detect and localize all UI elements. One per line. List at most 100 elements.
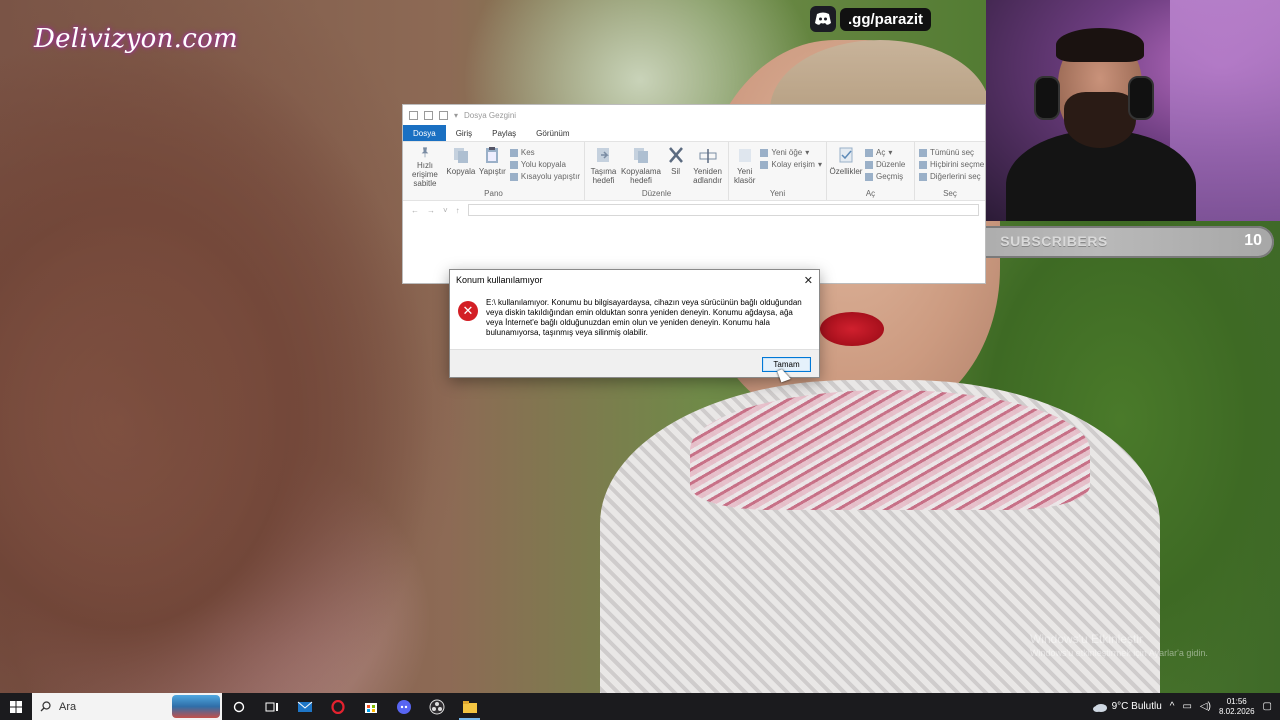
search-icon bbox=[40, 701, 51, 712]
edit-button[interactable]: Düzenle bbox=[865, 160, 905, 169]
search-highlight-image bbox=[172, 695, 220, 718]
paste-button[interactable]: Yapıştır bbox=[479, 146, 506, 188]
notification-icon[interactable]: ▢ bbox=[1263, 701, 1272, 712]
group-clipboard-name: Pano bbox=[484, 189, 503, 198]
explorer-titlebar: ▾ Dosya Gezgini bbox=[403, 105, 985, 125]
close-icon[interactable]: ✕ bbox=[804, 274, 813, 287]
tab-view[interactable]: Görünüm bbox=[526, 125, 579, 141]
copy-path-button[interactable]: Yolu kopyala bbox=[509, 160, 580, 169]
copy-to-label: Kopyalama hedefi bbox=[620, 167, 661, 185]
store-icon bbox=[364, 702, 377, 713]
volume-icon[interactable]: ◁) bbox=[1200, 701, 1211, 712]
move-icon bbox=[597, 148, 610, 162]
chevron-down-icon[interactable]: ▾ bbox=[454, 111, 458, 120]
new-item-button[interactable]: Yeni öğe ▾ bbox=[760, 148, 822, 157]
edit-label: Düzenle bbox=[876, 160, 906, 169]
new-small-actions: Yeni öğe ▾ Kolay erişim ▾ bbox=[760, 146, 822, 188]
windows-icon bbox=[10, 700, 22, 713]
ribbon-tabs: Dosya Giriş Paylaş Görünüm bbox=[403, 125, 985, 141]
taskbar: Ara 9°C Bulutlu ^ ▭ ◁) 01:56 8.02.2026 ▢ bbox=[0, 693, 1280, 720]
taskbar-app-obs[interactable] bbox=[420, 693, 453, 720]
streamer-hair bbox=[1056, 28, 1144, 62]
headset-left bbox=[1034, 76, 1060, 120]
task-view-icon bbox=[265, 702, 278, 711]
tray-chevron-up-icon[interactable]: ^ bbox=[1170, 701, 1175, 712]
select-small-actions: Tümünü seç Hiçbirini seçme Diğerlerini s… bbox=[919, 146, 984, 188]
rename-button[interactable]: Yeniden adlandır bbox=[691, 146, 724, 188]
history-button[interactable]: Geçmiş bbox=[865, 172, 905, 181]
error-dialog: Konum kullanılamıyor ✕ ✕ E:\ kullanılamı… bbox=[449, 269, 820, 378]
select-all-button[interactable]: Tümünü seç bbox=[919, 148, 984, 157]
obs-icon bbox=[429, 699, 444, 714]
select-none-button[interactable]: Hiçbirini seçme bbox=[919, 160, 984, 169]
open-button[interactable]: Aç ▾ bbox=[865, 148, 905, 157]
invert-selection-label: Diğerlerini seç bbox=[930, 172, 981, 181]
easy-access-button[interactable]: Kolay erişim ▾ bbox=[760, 160, 822, 169]
scissors-icon bbox=[509, 148, 518, 157]
taskbar-app-opera[interactable] bbox=[321, 693, 354, 720]
task-view-button[interactable] bbox=[255, 693, 288, 720]
taskbar-search[interactable]: Ara bbox=[32, 693, 222, 720]
taskbar-app-store[interactable] bbox=[354, 693, 387, 720]
paste-shortcut-label: Kısayolu yapıştır bbox=[520, 172, 580, 181]
network-icon[interactable]: ▭ bbox=[1182, 701, 1191, 712]
tab-share[interactable]: Paylaş bbox=[482, 125, 526, 141]
tab-file[interactable]: Dosya bbox=[403, 125, 446, 141]
edit-icon bbox=[865, 160, 873, 169]
opera-icon bbox=[330, 699, 345, 714]
group-new-name: Yeni bbox=[769, 189, 786, 198]
weather-widget[interactable]: 9°C Bulutlu bbox=[1092, 701, 1162, 713]
pin-quick-access-button[interactable]: Hızlı erişime sabitle bbox=[407, 146, 443, 188]
new-folder-button[interactable]: Yeni klasör bbox=[733, 146, 756, 188]
select-none-label: Hiçbirini seçme bbox=[930, 160, 985, 169]
dialog-message: E:\ kullanılamıyor. Konumu bu bilgisayar… bbox=[486, 298, 802, 337]
shortcut-icon bbox=[509, 172, 518, 181]
paste-shortcut-button[interactable]: Kısayolu yapıştır bbox=[509, 172, 580, 181]
clock[interactable]: 01:56 8.02.2026 bbox=[1219, 697, 1255, 717]
activation-watermark: Windows'u Etkinleştir Windows'u etkinleş… bbox=[1030, 632, 1208, 658]
cortana-icon bbox=[233, 701, 244, 712]
taskbar-app-mail[interactable] bbox=[288, 693, 321, 720]
dialog-title: Konum kullanılamıyor bbox=[456, 275, 543, 285]
invert-selection-button[interactable]: Diğerlerini seç bbox=[919, 172, 984, 181]
ribbon: Hızlı erişime sabitle Kopyala Yapıştır K… bbox=[403, 141, 985, 201]
file-explorer-window: ▾ Dosya Gezgini Dosya Giriş Paylaş Görün… bbox=[402, 104, 986, 284]
error-icon: ✕ bbox=[458, 301, 478, 321]
group-new: Yeni klasör Yeni öğe ▾ Kolay erişim ▾ Ye… bbox=[729, 142, 827, 200]
new-folder-quick-icon[interactable] bbox=[439, 110, 448, 120]
up-arrow-icon[interactable]: ↑ bbox=[456, 206, 460, 215]
copy-to-button[interactable]: Kopyalama hedefi bbox=[620, 146, 661, 188]
streamer-beard bbox=[1064, 92, 1136, 148]
cortana-button[interactable] bbox=[222, 693, 255, 720]
file-explorer-icon bbox=[462, 700, 477, 713]
cut-button[interactable]: Kes bbox=[509, 148, 580, 157]
dialog-footer: Tamam bbox=[450, 349, 819, 377]
subscriber-goal: 10 bbox=[1244, 232, 1262, 249]
new-folder-label: Yeni klasör bbox=[734, 167, 756, 185]
move-to-button[interactable]: Taşıma hedefi bbox=[589, 146, 618, 188]
invert-selection-icon bbox=[919, 172, 927, 181]
headset-right bbox=[1128, 76, 1154, 120]
rename-label: Yeniden adlandır bbox=[693, 167, 723, 185]
sweater-hood bbox=[690, 390, 1090, 510]
properties-quick-icon[interactable] bbox=[424, 110, 433, 120]
select-none-icon bbox=[919, 160, 927, 169]
open-small-actions: Aç ▾ Düzenle Geçmiş bbox=[865, 146, 905, 188]
new-folder-icon bbox=[738, 149, 751, 162]
pin-label: Hızlı erişime sabitle bbox=[412, 161, 438, 188]
back-arrow-icon[interactable]: ← bbox=[411, 206, 419, 215]
recent-chevron-icon[interactable]: ˅ bbox=[443, 206, 448, 215]
taskbar-app-file-explorer[interactable] bbox=[453, 693, 486, 720]
mail-app-icon bbox=[297, 701, 312, 712]
start-button[interactable] bbox=[0, 693, 32, 720]
open-icon bbox=[865, 148, 873, 157]
system-tray: 9°C Bulutlu ^ ▭ ◁) 01:56 8.02.2026 ▢ bbox=[1092, 693, 1280, 720]
discord-badge: .gg/parazit bbox=[810, 6, 932, 32]
copy-button[interactable]: Kopyala bbox=[446, 146, 475, 188]
properties-button[interactable]: Özellikler bbox=[830, 146, 862, 188]
address-bar[interactable] bbox=[467, 204, 979, 216]
forward-arrow-icon[interactable]: → bbox=[427, 206, 435, 215]
delete-button[interactable]: Sil bbox=[664, 146, 687, 188]
taskbar-app-discord[interactable] bbox=[387, 693, 420, 720]
tab-home[interactable]: Giriş bbox=[446, 125, 482, 141]
